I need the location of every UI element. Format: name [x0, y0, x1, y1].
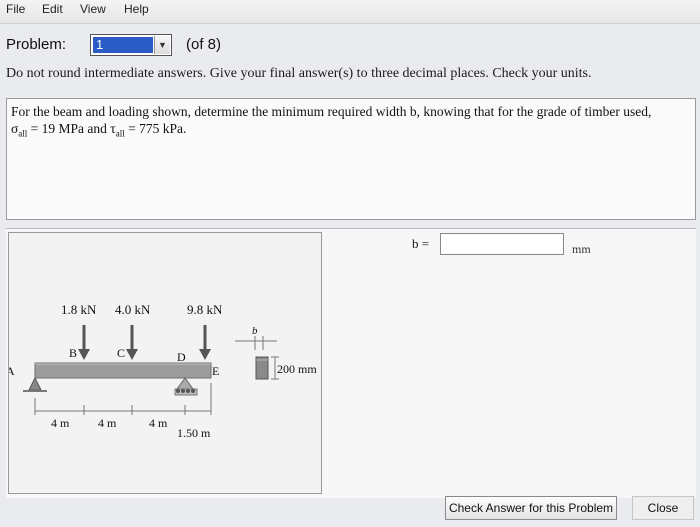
load-arrow-d [199, 325, 211, 360]
question-line-1: For the beam and loading shown, determin… [11, 104, 652, 119]
cross-section: b 200 mm [235, 325, 317, 380]
instructions-text: Do not round intermediate answers. Give … [6, 66, 592, 81]
chevron-down-icon[interactable]: ▼ [154, 36, 170, 54]
point-label-b: B [69, 346, 77, 360]
roller-support-d [174, 377, 198, 396]
load-arrow-b [78, 325, 90, 360]
answer-label: b = [412, 236, 430, 251]
point-label-e: E [212, 364, 219, 378]
menu-help[interactable]: Help [124, 2, 149, 16]
point-label-a: A [9, 364, 15, 378]
question-text: For the beam and loading shown, determin… [11, 103, 691, 143]
tau-subscript: all [115, 128, 125, 139]
beam-diagram: 1.8 kN 4.0 kN 9.8 kN A B C D E 4 m 4 m 4… [6, 302, 317, 440]
problem-select-value: 1 [93, 37, 153, 53]
menu-edit[interactable]: Edit [42, 2, 63, 16]
sigma-value: = 19 MPa and [27, 121, 111, 136]
problem-count: (of 8) [186, 36, 222, 53]
tau-value: = 775 kPa. [124, 121, 187, 136]
beam-figure-panel: 1.8 kN 4.0 kN 9.8 kN A B C D E 4 m 4 m 4… [6, 232, 322, 494]
beam [34, 362, 212, 379]
section-height-label: 200 mm [277, 362, 317, 376]
question-box: For the beam and loading shown, determin… [6, 98, 696, 220]
menu-bar: File Edit View Help [0, 0, 700, 24]
pin-support-a [23, 376, 47, 392]
load-label-b: 1.8 kN [61, 302, 97, 317]
span-label-cd: 4 m [149, 416, 168, 430]
problem-label: Problem: [6, 36, 67, 53]
span-label-de: 1.50 m [177, 426, 211, 440]
question-line-2: σall = 19 MPa and τall = 775 kPa. [11, 120, 691, 143]
answer-unit: mm [572, 242, 591, 256]
menu-view[interactable]: View [80, 2, 106, 16]
load-arrow-c [126, 325, 138, 360]
menu-file[interactable]: File [6, 2, 25, 16]
check-answer-button[interactable]: Check Answer for this Problem [445, 496, 617, 520]
span-label-ab: 4 m [51, 416, 70, 430]
point-label-c: C [117, 346, 125, 360]
sigma-subscript: all [18, 128, 28, 139]
problem-select[interactable]: 1 ▼ [90, 34, 172, 56]
answer-input-b[interactable] [440, 233, 564, 255]
section-width-label: b [252, 325, 258, 337]
point-label-d: D [177, 350, 186, 364]
load-label-d: 9.8 kN [187, 302, 223, 317]
span-label-bc: 4 m [98, 416, 117, 430]
load-label-c: 4.0 kN [115, 302, 151, 317]
close-button[interactable]: Close [632, 496, 694, 520]
